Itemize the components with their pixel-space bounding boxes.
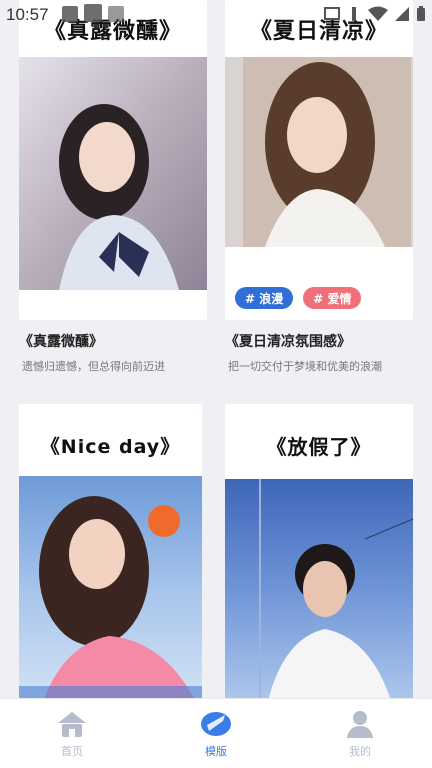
nav-label: 我的 <box>349 745 371 758</box>
system-icons <box>324 6 426 22</box>
card-photo <box>19 476 202 698</box>
template-feed[interactable]: 《真露微醺》 《真露微醺》 遗憾归遗憾，但总得向前迈进 《夏日清凉》 # 浪漫 … <box>0 0 432 698</box>
nav-label: 首页 <box>61 745 83 758</box>
status-time: 10:57 <box>6 5 49 24</box>
card-photo <box>19 57 207 290</box>
tag-chip[interactable]: # 爱情 <box>303 287 362 309</box>
template-card[interactable]: 《放假了》 <box>225 404 413 698</box>
nav-item-home[interactable]: 首页 <box>0 699 144 768</box>
portrait-illustration <box>19 57 207 290</box>
template-card[interactable]: 《真露微醺》 <box>19 0 207 320</box>
notification-icon <box>84 4 102 22</box>
signal-icon <box>395 7 409 21</box>
card-name: 《夏日清凉氛围感》 <box>225 334 351 350</box>
card-description: 遗憾归遗憾，但总得向前迈进 <box>22 360 165 373</box>
notification-icon <box>62 6 78 22</box>
card-name: 《真露微醺》 <box>19 334 103 350</box>
notification-icon <box>108 6 124 22</box>
tag-list: # 浪漫 # 爱情 <box>235 287 362 309</box>
nav-item-template[interactable]: 模版 <box>144 699 288 768</box>
card-description: 把一切交付于梦境和优美的浪潮 <box>228 360 382 373</box>
nav-label: 模版 <box>205 745 227 758</box>
notification-icons <box>62 4 124 22</box>
card-photo <box>225 479 413 698</box>
battery-icon <box>417 6 425 21</box>
profile-icon <box>347 711 373 738</box>
portrait-illustration <box>19 496 202 698</box>
template-icon <box>201 712 231 736</box>
bottom-nav: 首页 模版 我的 <box>0 698 432 768</box>
card-photo <box>225 57 413 247</box>
cast-icon <box>324 7 340 20</box>
template-card[interactable]: 《Nice day》 <box>19 404 202 698</box>
home-icon <box>58 712 86 737</box>
portrait-illustration <box>243 57 411 247</box>
portrait-illustration <box>259 479 413 698</box>
wifi-icon <box>368 6 388 21</box>
alert-icon <box>352 7 356 21</box>
card-title: 《放假了》 <box>266 434 372 459</box>
tag-chip[interactable]: # 浪漫 <box>235 287 294 309</box>
status-bar: 10:57 <box>0 0 432 30</box>
nav-item-profile[interactable]: 我的 <box>288 699 432 768</box>
card-title: 《Nice day》 <box>40 435 181 458</box>
template-card[interactable]: 《夏日清凉》 # 浪漫 # 爱情 <box>225 0 413 320</box>
